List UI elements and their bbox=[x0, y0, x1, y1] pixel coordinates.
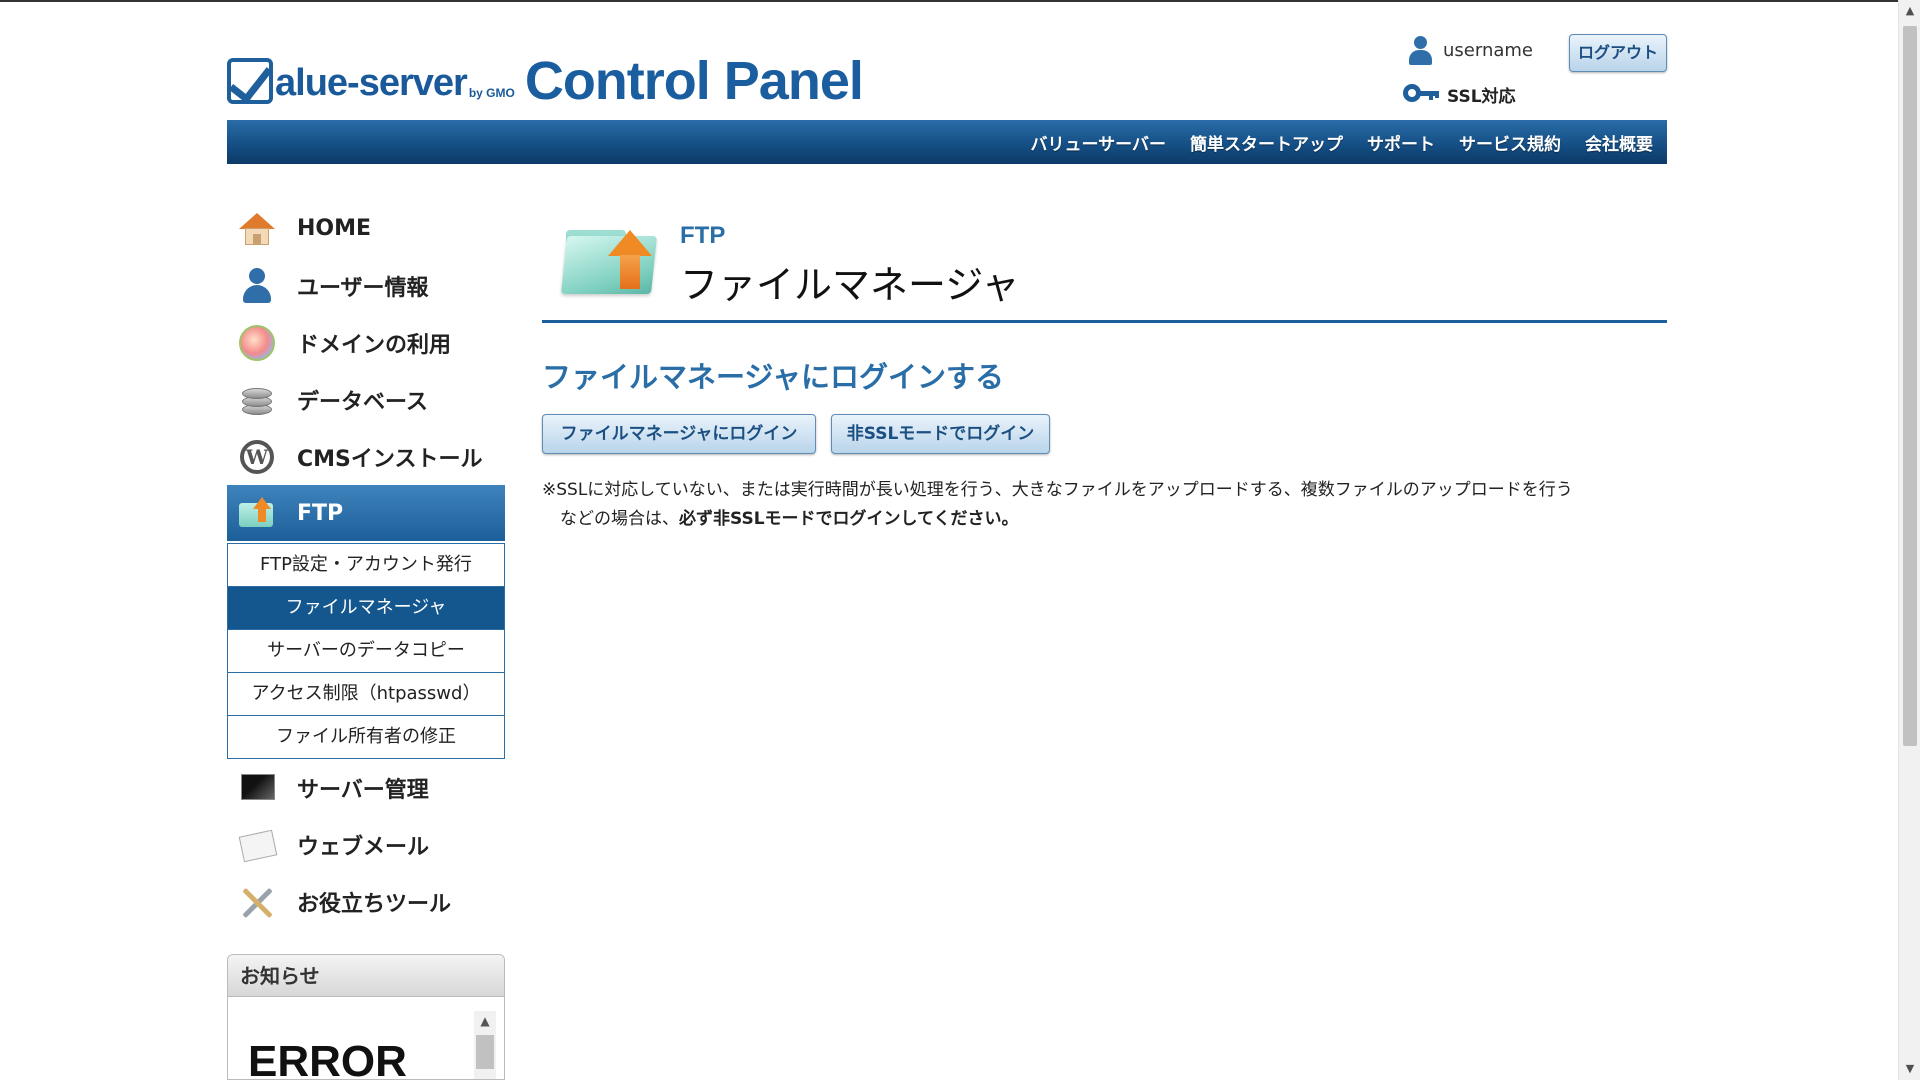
wordpress-icon: W bbox=[237, 437, 277, 477]
sidebar: HOME ユーザー情報 ドメインの利用 データベース W CMSインストール F… bbox=[227, 200, 505, 930]
ssl-label: SSL対応 bbox=[1447, 87, 1516, 107]
logo-value-server-text: alue-server bbox=[275, 61, 468, 104]
page-title: ファイルマネージャ bbox=[680, 263, 1020, 307]
sidebar-item-label: CMSインストール bbox=[297, 446, 483, 472]
non-ssl-login-button[interactable]: 非SSLモードでログイン bbox=[831, 414, 1050, 454]
notice-line-2-prefix: などの場合は、 bbox=[560, 509, 679, 529]
submenu-file-owner-fix[interactable]: ファイル所有者の修正 bbox=[228, 715, 504, 758]
globe-icon bbox=[237, 323, 277, 363]
notice-line-1: ※SSLに対応していない、または実行時間が長い処理を行う、大きなファイルをアップ… bbox=[542, 480, 1573, 500]
sidebar-item-label: データベース bbox=[297, 389, 428, 415]
page-scrollbar[interactable]: ▲ ▼ bbox=[1898, 0, 1920, 1080]
sidebar-item-label: ドメインの利用 bbox=[297, 332, 452, 358]
logo-control-panel-text: Control Panel bbox=[524, 51, 864, 111]
scroll-thumb[interactable] bbox=[476, 1035, 494, 1069]
title-divider bbox=[542, 320, 1667, 323]
nav-item-company[interactable]: 会社概要 bbox=[1585, 130, 1653, 155]
sidebar-item-label: ユーザー情報 bbox=[297, 275, 429, 301]
submenu-ftp-settings[interactable]: FTP設定・アカウント発行 bbox=[228, 543, 504, 586]
sidebar-item-database[interactable]: データベース bbox=[227, 371, 505, 428]
logout-button[interactable]: ログアウト bbox=[1569, 34, 1667, 72]
news-error-text: ERROR bbox=[248, 1037, 407, 1080]
scroll-down-arrow-icon[interactable]: ▼ bbox=[1899, 1058, 1920, 1080]
nav-item-support[interactable]: サポート bbox=[1367, 130, 1435, 155]
sidebar-item-server-management[interactable]: サーバー管理 bbox=[227, 759, 505, 816]
nav-item-easy-startup[interactable]: 簡単スタートアップ bbox=[1190, 130, 1343, 155]
scroll-up-arrow-icon[interactable]: ▲ bbox=[474, 1011, 496, 1031]
sidebar-item-cms-install[interactable]: W CMSインストール bbox=[227, 428, 505, 485]
news-title: お知らせ bbox=[228, 955, 504, 997]
key-icon bbox=[1403, 82, 1443, 104]
notice-line-2-bold: 必ず非SSLモードでログインしてください。 bbox=[679, 509, 1019, 529]
ftp-submenu: FTP設定・アカウント発行 ファイルマネージャ サーバーのデータコピー アクセス… bbox=[227, 543, 505, 759]
nav-item-terms[interactable]: サービス規約 bbox=[1459, 130, 1561, 155]
news-scrollbar[interactable]: ▲ bbox=[474, 1011, 496, 1079]
submenu-file-manager[interactable]: ファイルマネージャ bbox=[228, 586, 504, 629]
sidebar-item-webmail[interactable]: ウェブメール bbox=[227, 816, 505, 873]
sidebar-item-user-info[interactable]: ユーザー情報 bbox=[227, 257, 505, 314]
top-nav-bar: バリューサーバー 簡単スタートアップ サポート サービス規約 会社概要 bbox=[227, 120, 1667, 164]
page-scroll-thumb[interactable] bbox=[1903, 26, 1917, 746]
mail-icon bbox=[237, 825, 278, 865]
sidebar-item-label: お役立ちツール bbox=[297, 891, 452, 917]
sidebar-item-label: サーバー管理 bbox=[297, 777, 429, 803]
logo-gmo-text: by GMO bbox=[468, 86, 515, 100]
page-category: FTP bbox=[680, 222, 726, 249]
username-label: username bbox=[1443, 40, 1533, 61]
scroll-up-arrow-icon[interactable]: ▲ bbox=[1899, 0, 1920, 22]
notice-line-2: などの場合は、必ず非SSLモードでログインしてください。 bbox=[542, 505, 1652, 534]
sidebar-item-label: ウェブメール bbox=[297, 834, 430, 860]
ftp-folder-upload-icon bbox=[560, 220, 662, 300]
file-manager-login-button[interactable]: ファイルマネージャにログイン bbox=[542, 414, 816, 454]
nav-item-value-server[interactable]: バリューサーバー bbox=[1031, 130, 1167, 155]
logo[interactable]: alue-server by GMO Control Panel bbox=[227, 50, 864, 112]
submenu-access-restriction[interactable]: アクセス制限（htpasswd） bbox=[228, 672, 504, 715]
user-icon bbox=[1407, 36, 1433, 66]
home-icon bbox=[237, 209, 277, 249]
sidebar-item-domain[interactable]: ドメインの利用 bbox=[227, 314, 505, 371]
logo-v-check-icon bbox=[227, 58, 273, 104]
window-top-border bbox=[0, 0, 1898, 2]
news-panel: お知らせ ERROR ▲ bbox=[227, 954, 505, 1080]
news-body[interactable]: ERROR ▲ bbox=[228, 997, 504, 1080]
section-title: ファイルマネージャにログインする bbox=[542, 360, 1004, 394]
ftp-folder-icon bbox=[237, 493, 277, 533]
user-icon bbox=[237, 266, 277, 306]
database-icon bbox=[237, 380, 277, 420]
sidebar-item-ftp[interactable]: FTP bbox=[227, 485, 505, 541]
sidebar-item-home[interactable]: HOME bbox=[227, 200, 505, 257]
notice-text: ※SSLに対応していない、または実行時間が長い処理を行う、大きなファイルをアップ… bbox=[542, 476, 1652, 534]
sidebar-item-tools[interactable]: お役立ちツール bbox=[227, 873, 505, 930]
user-area: username ログアウト SSL対応 bbox=[1403, 34, 1667, 114]
server-icon bbox=[237, 768, 277, 808]
sidebar-item-label: FTP bbox=[297, 500, 344, 526]
sidebar-item-label: HOME bbox=[297, 216, 372, 241]
tools-icon bbox=[237, 882, 277, 922]
submenu-server-data-copy[interactable]: サーバーのデータコピー bbox=[228, 629, 504, 672]
